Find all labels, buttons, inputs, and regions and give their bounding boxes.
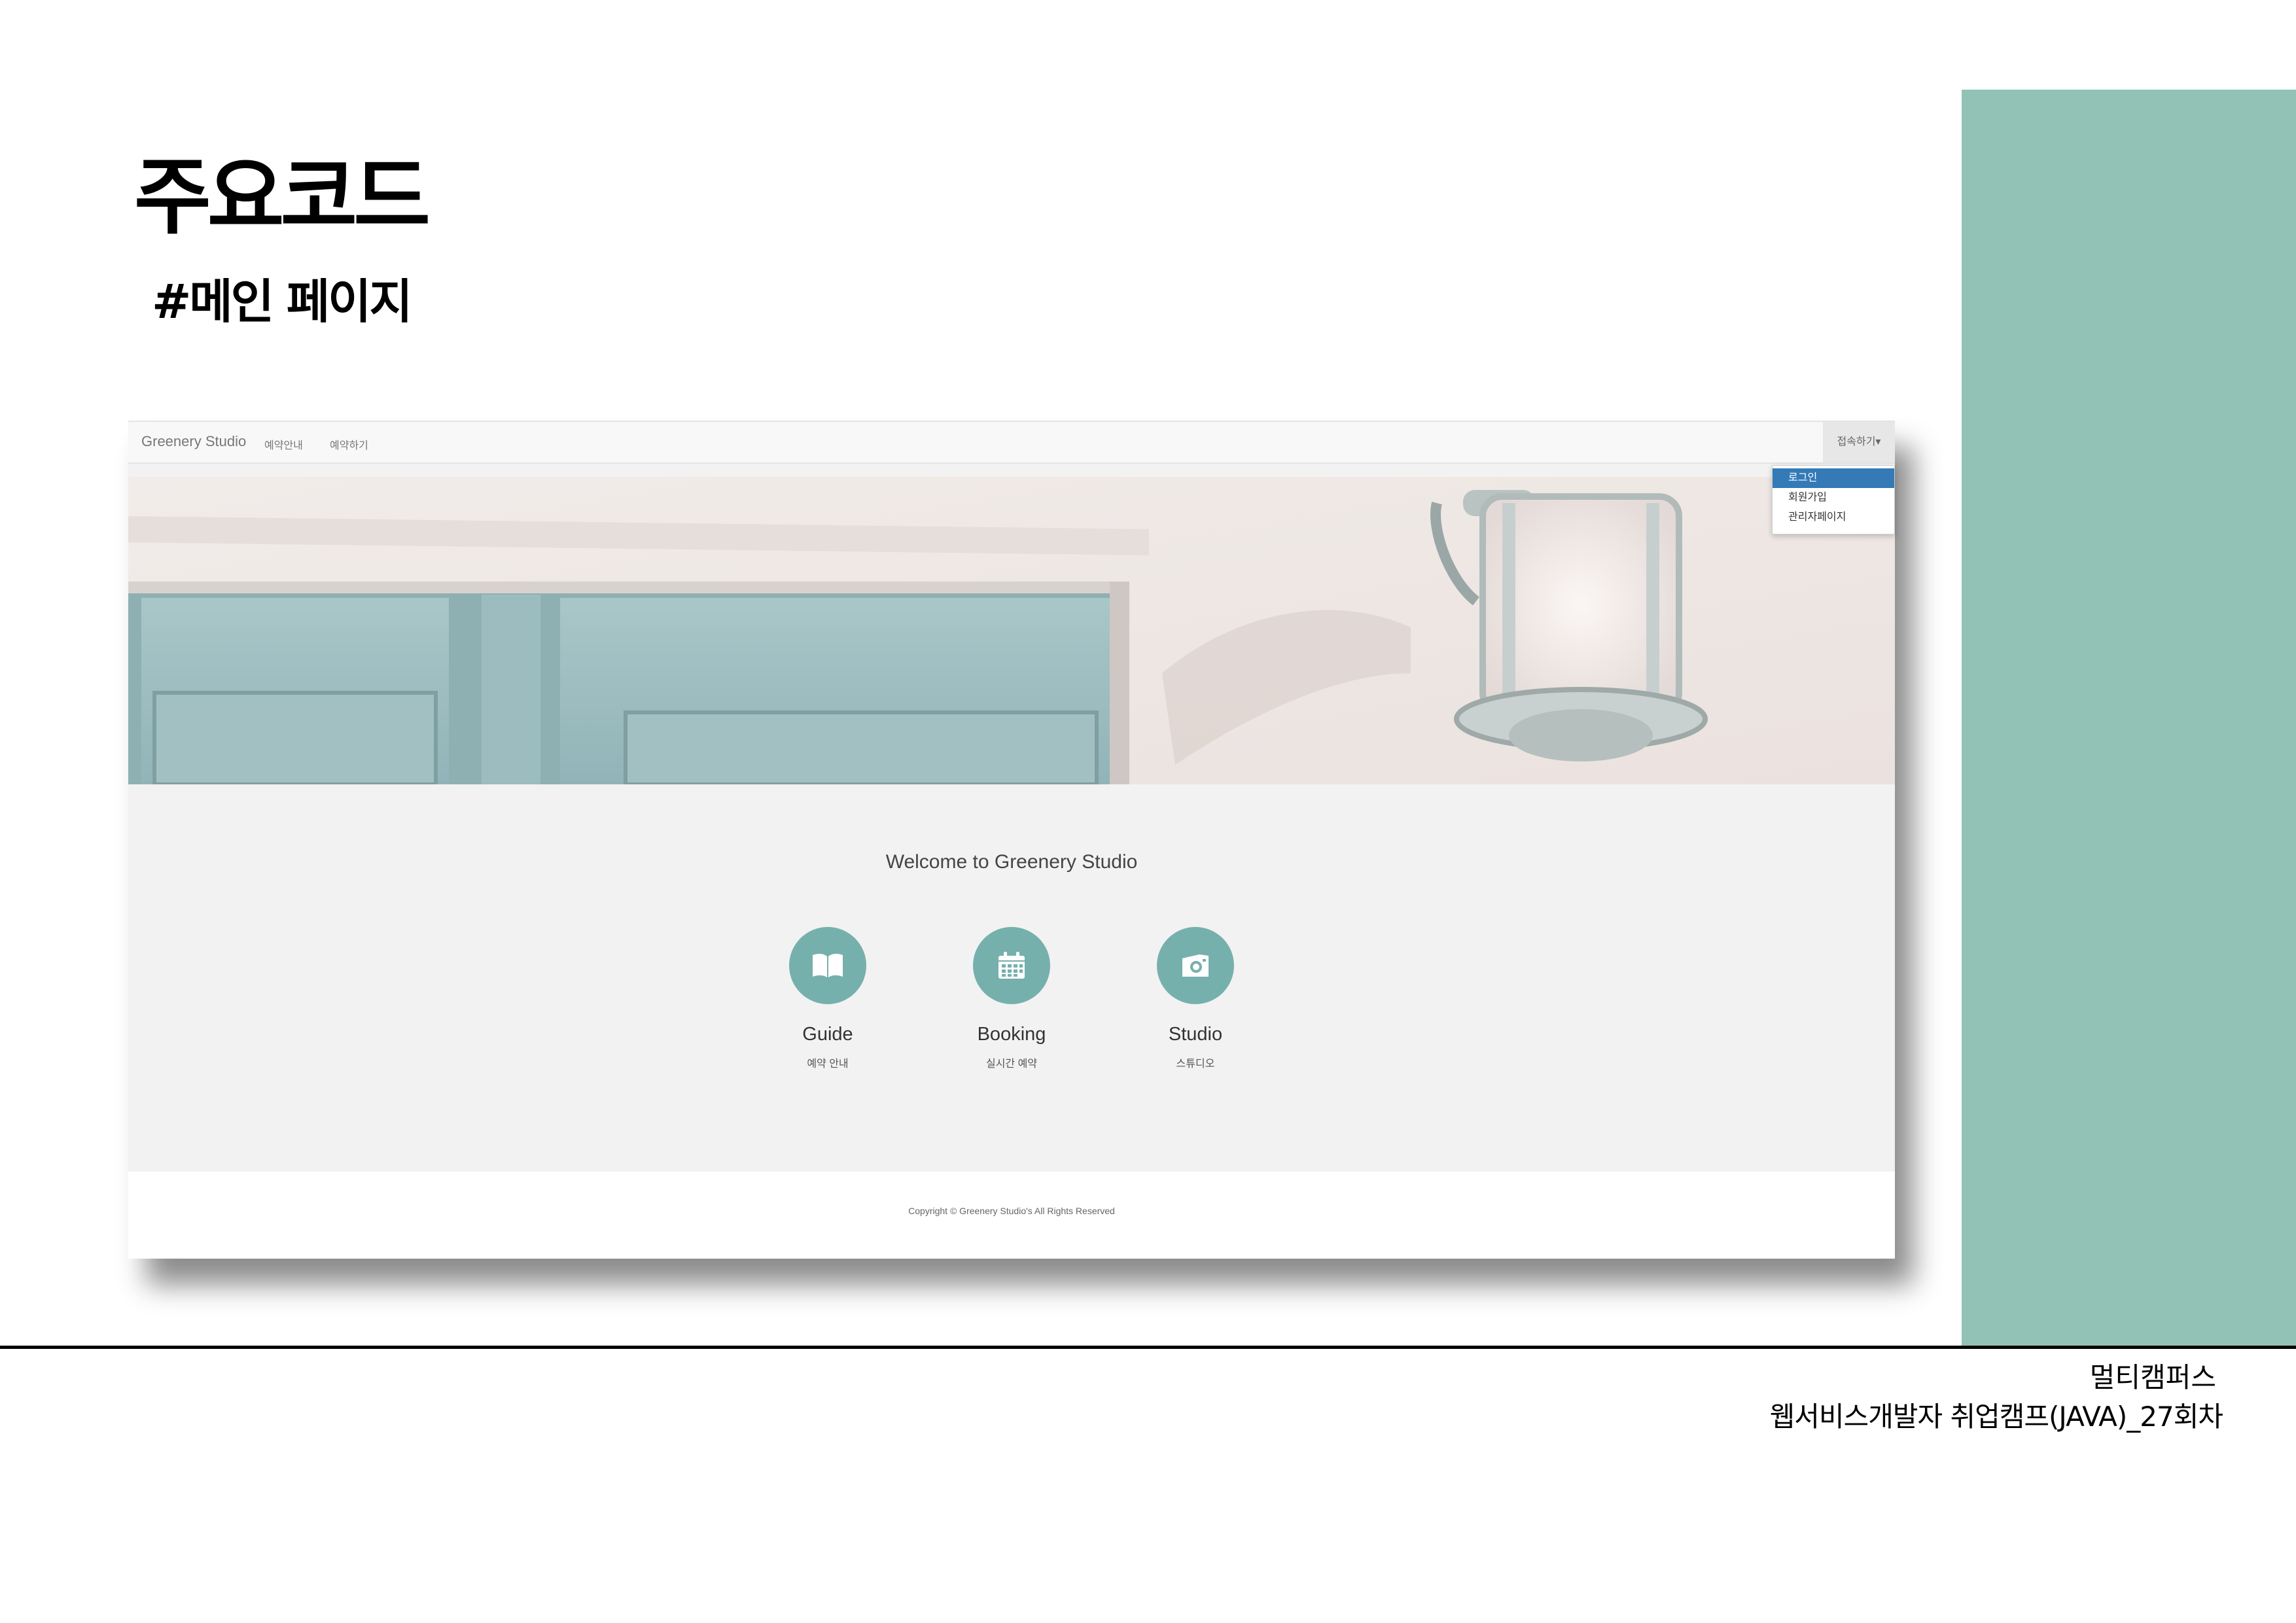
connect-dropdown-menu: 로그인 회원가입 관리자페이지 [1772, 465, 1895, 534]
slide-subtitle: #메인 페이지 [152, 274, 413, 329]
hero-door-lamp-illustration [128, 477, 1895, 784]
hero-image [128, 477, 1895, 784]
footer-course-name: 웹서비스개발자 취업캠프(JAVA)_27회차 [1769, 1401, 2223, 1433]
side-accent-panel [1962, 90, 2296, 1348]
navbar: Greenery Studio 예약안내 예약하기 접속하기▾ [128, 421, 1895, 464]
footer-organization: 멀티캠퍼스 [2089, 1361, 2216, 1393]
feature-studio-title: Studio [1168, 1024, 1223, 1045]
calendar-icon [998, 952, 1025, 979]
feature-studio-circle[interactable] [1157, 927, 1234, 1004]
dropdown-item-signup[interactable]: 회원가입 [1773, 488, 1894, 508]
feature-booking-subtitle: 실시간 예약 [985, 1058, 1038, 1070]
slide-title: 주요코드 [134, 148, 431, 246]
feature-booking-title: Booking [977, 1024, 1046, 1045]
feature-studio-subtitle: 스튜디오 [1176, 1058, 1215, 1070]
feature-guide-subtitle: 예약 안내 [807, 1058, 849, 1070]
dropdown-item-admin[interactable]: 관리자페이지 [1773, 508, 1894, 527]
feature-booking-circle[interactable] [973, 927, 1050, 1004]
feature-guide[interactable]: Guide 예약 안내 [762, 927, 893, 1070]
nav-link-guide[interactable]: 예약안내 [264, 436, 303, 452]
dropdown-item-login[interactable]: 로그인 [1773, 468, 1894, 488]
book-icon [813, 953, 843, 977]
feature-guide-title: Guide [802, 1024, 853, 1045]
connect-dropdown-toggle[interactable]: 접속하기▾ [1823, 422, 1895, 462]
feature-booking[interactable]: Booking 실시간 예약 [946, 927, 1077, 1070]
camera-icon [1182, 954, 1209, 977]
website-screenshot: Greenery Studio 예약안내 예약하기 접속하기▾ 로그인 회원가입… [128, 421, 1895, 1259]
bottom-divider [0, 1346, 2296, 1349]
site-footer: Copyright © Greenery Studio's All Rights… [128, 1172, 1895, 1259]
copyright-text: Copyright © Greenery Studio's All Rights… [908, 1206, 1115, 1216]
welcome-heading: Welcome to Greenery Studio [885, 851, 1138, 873]
feature-studio[interactable]: Studio 스튜디오 [1130, 927, 1261, 1070]
nav-link-booking[interactable]: 예약하기 [330, 436, 368, 452]
feature-guide-circle[interactable] [789, 927, 866, 1004]
navbar-brand[interactable]: Greenery Studio [141, 433, 246, 450]
